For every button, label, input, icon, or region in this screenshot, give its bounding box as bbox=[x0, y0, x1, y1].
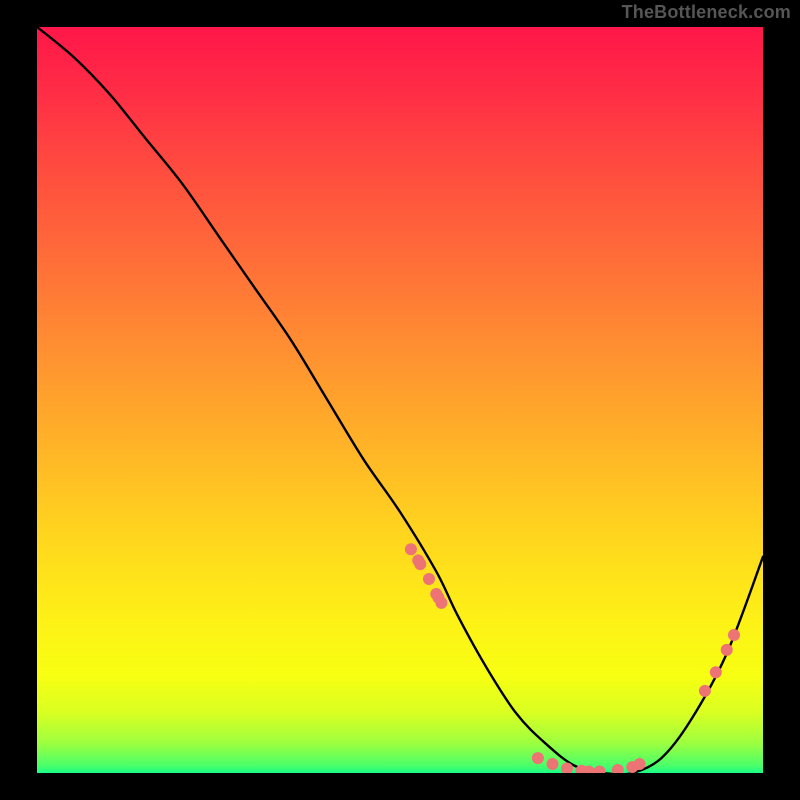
data-marker bbox=[435, 597, 447, 609]
data-marker bbox=[721, 644, 733, 656]
data-marker bbox=[423, 573, 435, 585]
data-marker bbox=[699, 685, 711, 697]
marker-layer bbox=[405, 543, 740, 773]
data-marker bbox=[532, 752, 544, 764]
data-marker bbox=[612, 764, 624, 773]
data-marker bbox=[414, 558, 426, 570]
data-marker bbox=[728, 629, 740, 641]
bottleneck-curve bbox=[37, 27, 763, 773]
plot-area bbox=[37, 27, 763, 773]
curve-layer bbox=[37, 27, 763, 773]
data-marker bbox=[594, 766, 606, 774]
data-marker bbox=[547, 758, 559, 770]
watermark-text: TheBottleneck.com bbox=[622, 2, 791, 23]
chart-frame: TheBottleneck.com bbox=[0, 0, 800, 800]
chart-svg bbox=[37, 27, 763, 773]
data-marker bbox=[710, 666, 722, 678]
data-marker bbox=[634, 758, 646, 770]
data-marker bbox=[405, 543, 417, 555]
